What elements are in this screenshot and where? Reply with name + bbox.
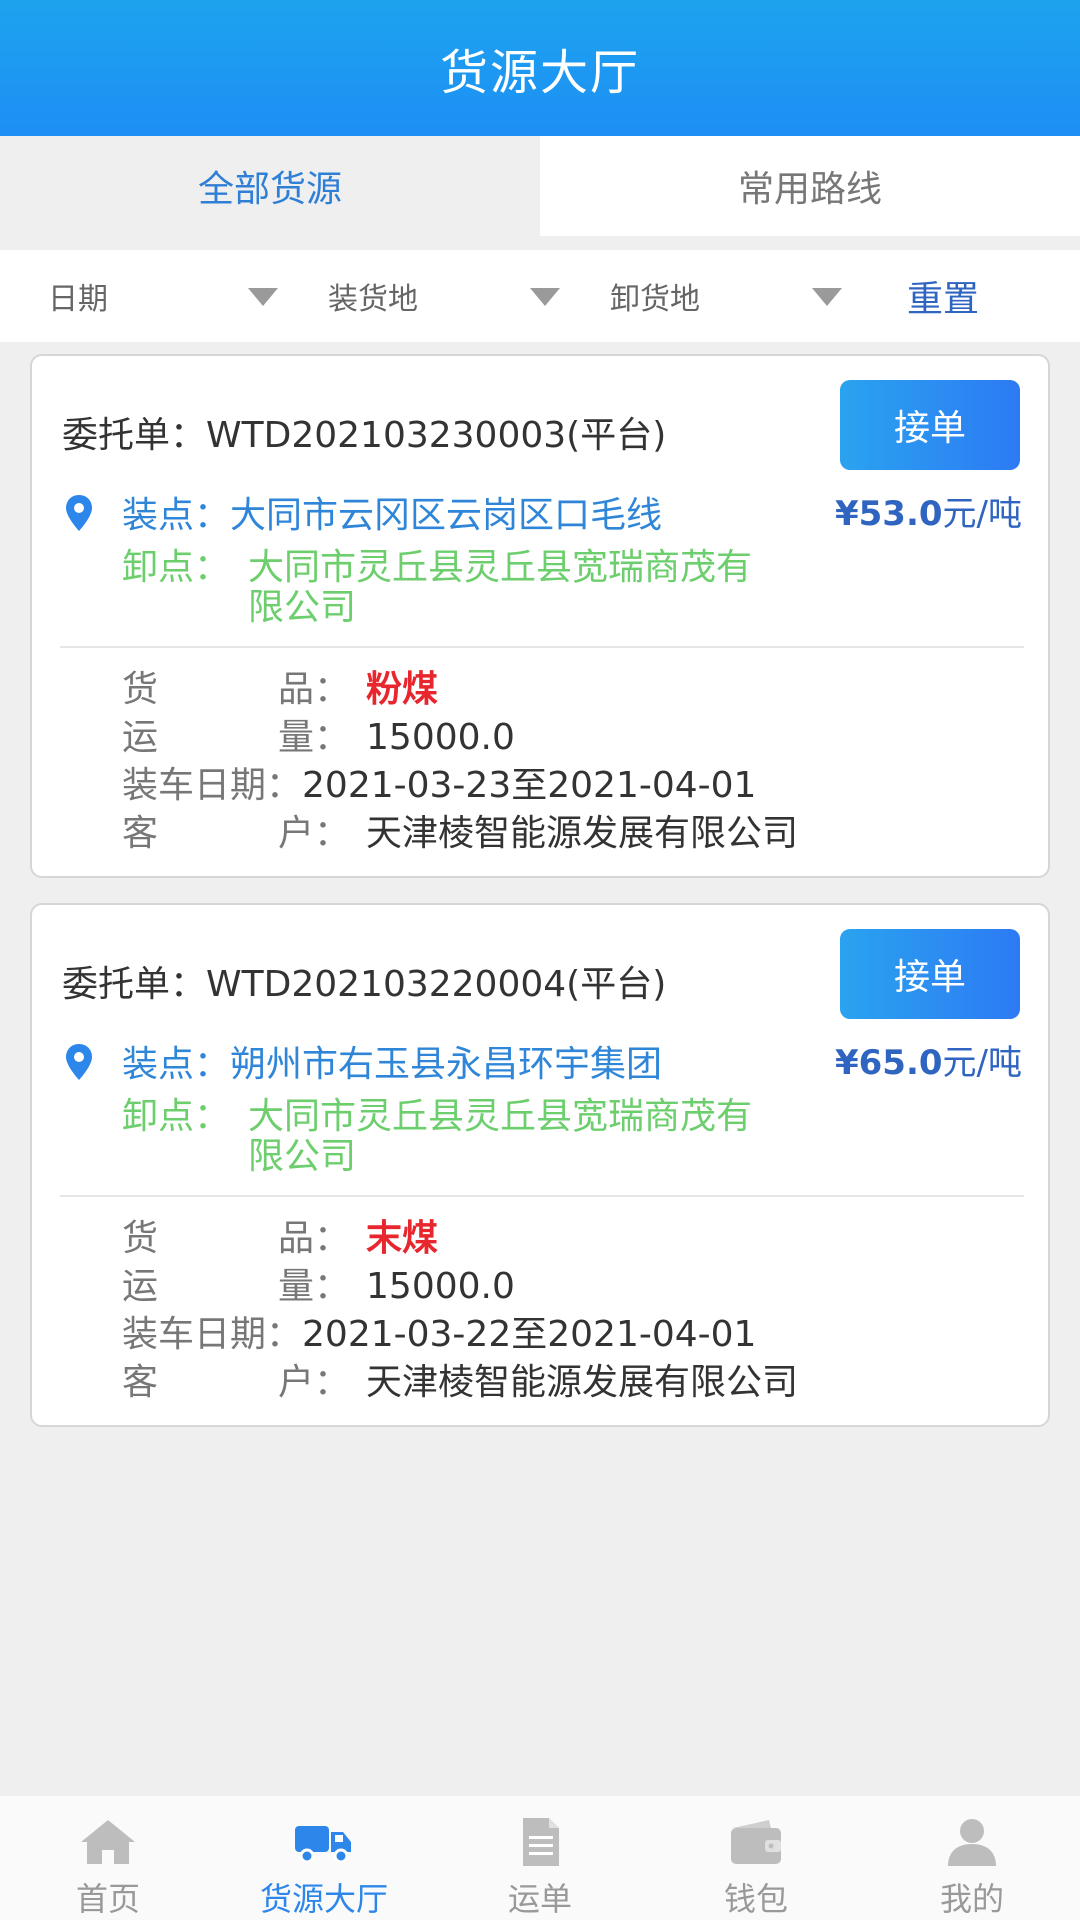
unload-place-filter-label: 卸货地 (610, 282, 700, 317)
price: ¥53.0元/吨 (835, 486, 1022, 535)
nav-wallet-label: 钱包 (723, 1880, 788, 1918)
order-number: WTD202103220004(平台) (206, 964, 667, 1005)
page-title: 货源大厅 (439, 45, 640, 101)
volume-colon: ： (314, 1266, 351, 1307)
load-place-filter[interactable]: 装货地 (328, 250, 568, 342)
home-icon (81, 1820, 135, 1864)
customer-key: 客户 (122, 813, 314, 854)
wallet-icon (731, 1820, 781, 1864)
date-key: 装车日期： (122, 765, 303, 806)
nav-home[interactable]: 首页 (0, 1796, 216, 1920)
cargo-card[interactable]: 委托单：WTD202103230003(平台) 接单 装点：大同市云冈区云岗区口… (30, 354, 1050, 878)
bottom-nav: 首页 货源大厅 运单 钱包 我的 (0, 1796, 1080, 1920)
volume-value: 15000.0 (366, 1266, 515, 1307)
date-filter[interactable]: 日期 (48, 250, 288, 342)
nav-wallet[interactable]: 钱包 (648, 1796, 864, 1920)
customer-colon: ： (314, 1362, 351, 1403)
nav-mine[interactable]: 我的 (864, 1796, 1080, 1920)
unload-place: 大同市灵丘县灵丘县宽瑞商茂有限公司 (248, 547, 753, 628)
load-place: 大同市云冈区云岗区口毛线 (230, 495, 663, 536)
price-unit: 元/吨 (942, 494, 1022, 534)
unload-label: 卸点： (122, 547, 231, 588)
order-label: 委托单： (62, 964, 207, 1005)
load-place: 朔州市右玉县永昌环宇集团 (230, 1044, 663, 1085)
unload-point: 卸点： 大同市灵丘县灵丘县宽瑞商茂有限公司 (122, 548, 768, 628)
goods-value: 末煤 (366, 1218, 439, 1259)
volume-key: 运量 (122, 1266, 314, 1307)
order-line: 委托单：WTD202103230003(平台) (62, 406, 666, 458)
chevron-down-icon (248, 288, 278, 306)
cargo-info: 货品： 末煤 运量： 15000.0 装车日期： 2021-03-22至2021… (122, 1215, 798, 1407)
volume-row: 运量： 15000.0 (122, 1263, 798, 1311)
goods-row: 货品： 粉煤 (122, 666, 798, 714)
header-bar: 货源大厅 (0, 0, 1080, 136)
reset-button[interactable]: 重置 (907, 250, 979, 342)
volume-key: 运量 (122, 717, 314, 758)
goods-row: 货品： 末煤 (122, 1215, 798, 1263)
cargo-card[interactable]: 委托单：WTD202103220004(平台) 接单 装点：朔州市右玉县永昌环宇… (30, 903, 1050, 1427)
unload-place-filter[interactable]: 卸货地 (610, 250, 850, 342)
unload-place: 大同市灵丘县灵丘县宽瑞商茂有限公司 (248, 1096, 753, 1177)
load-point: 装点：大同市云冈区云岗区口毛线 (122, 486, 662, 538)
load-place-filter-label: 装货地 (328, 282, 418, 317)
goods-colon: ： (314, 1218, 351, 1259)
goods-value: 粉煤 (366, 669, 439, 710)
customer-colon: ： (314, 813, 351, 854)
customer-value: 天津棱智能源发展有限公司 (366, 1362, 799, 1403)
date-row: 装车日期： 2021-03-23至2021-04-01 (122, 762, 798, 810)
order-label: 委托单： (62, 415, 207, 456)
customer-value: 天津棱智能源发展有限公司 (366, 813, 799, 854)
location-pin-icon (66, 495, 92, 531)
unload-label: 卸点： (122, 1096, 231, 1137)
price: ¥65.0元/吨 (835, 1035, 1022, 1084)
load-label: 装点： (122, 1044, 231, 1085)
date-value: 2021-03-22至2021-04-01 (302, 1314, 757, 1355)
tab-common-routes[interactable]: 常用路线 (540, 136, 1080, 236)
price-value: ¥65.0 (834, 1043, 943, 1083)
location-pin-icon (66, 1044, 92, 1080)
load-point: 装点：朔州市右玉县永昌环宇集团 (122, 1035, 662, 1087)
price-unit: 元/吨 (942, 1043, 1022, 1083)
tab-bar: 全部货源 常用路线 (0, 136, 1080, 236)
volume-value: 15000.0 (366, 717, 515, 758)
volume-colon: ： (314, 717, 351, 758)
divider (60, 1195, 1024, 1197)
user-icon (948, 1819, 996, 1866)
document-icon (523, 1818, 559, 1866)
order-line: 委托单：WTD202103220004(平台) (62, 955, 666, 1007)
unload-point: 卸点： 大同市灵丘县灵丘县宽瑞商茂有限公司 (122, 1097, 768, 1177)
order-number: WTD202103230003(平台) (206, 415, 667, 456)
filter-bar: 日期 装货地 卸货地 重置 (0, 250, 1080, 342)
tab-all-sources[interactable]: 全部货源 (0, 136, 540, 236)
price-value: ¥53.0 (834, 494, 943, 534)
accept-order-button[interactable]: 接单 (840, 380, 1020, 470)
divider (60, 646, 1024, 648)
nav-waybill[interactable]: 运单 (432, 1796, 648, 1920)
date-key: 装车日期： (122, 1314, 303, 1355)
goods-key: 货品 (122, 1218, 314, 1259)
chevron-down-icon (530, 288, 560, 306)
nav-waybill-label: 运单 (507, 1880, 572, 1918)
nav-mine-label: 我的 (939, 1880, 1004, 1918)
customer-row: 客户： 天津棱智能源发展有限公司 (122, 810, 798, 858)
load-label: 装点： (122, 495, 231, 536)
nav-home-label: 首页 (75, 1880, 140, 1918)
date-filter-label: 日期 (48, 282, 108, 317)
date-row: 装车日期： 2021-03-22至2021-04-01 (122, 1311, 798, 1359)
chevron-down-icon (812, 288, 842, 306)
truck-icon (295, 1826, 351, 1864)
customer-key: 客户 (122, 1362, 314, 1403)
app-root: 货源大厅 全部货源 常用路线 日期 装货地 卸货地 重置 委托单：WTD2021… (0, 0, 1080, 1920)
volume-row: 运量： 15000.0 (122, 714, 798, 762)
nav-cargo-hall[interactable]: 货源大厅 (216, 1796, 432, 1920)
accept-order-button[interactable]: 接单 (840, 929, 1020, 1019)
nav-cargo-hall-label: 货源大厅 (259, 1880, 388, 1918)
cargo-info: 货品： 粉煤 运量： 15000.0 装车日期： 2021-03-23至2021… (122, 666, 798, 858)
goods-key: 货品 (122, 669, 314, 710)
customer-row: 客户： 天津棱智能源发展有限公司 (122, 1359, 798, 1407)
goods-colon: ： (314, 669, 351, 710)
date-value: 2021-03-23至2021-04-01 (302, 765, 757, 806)
